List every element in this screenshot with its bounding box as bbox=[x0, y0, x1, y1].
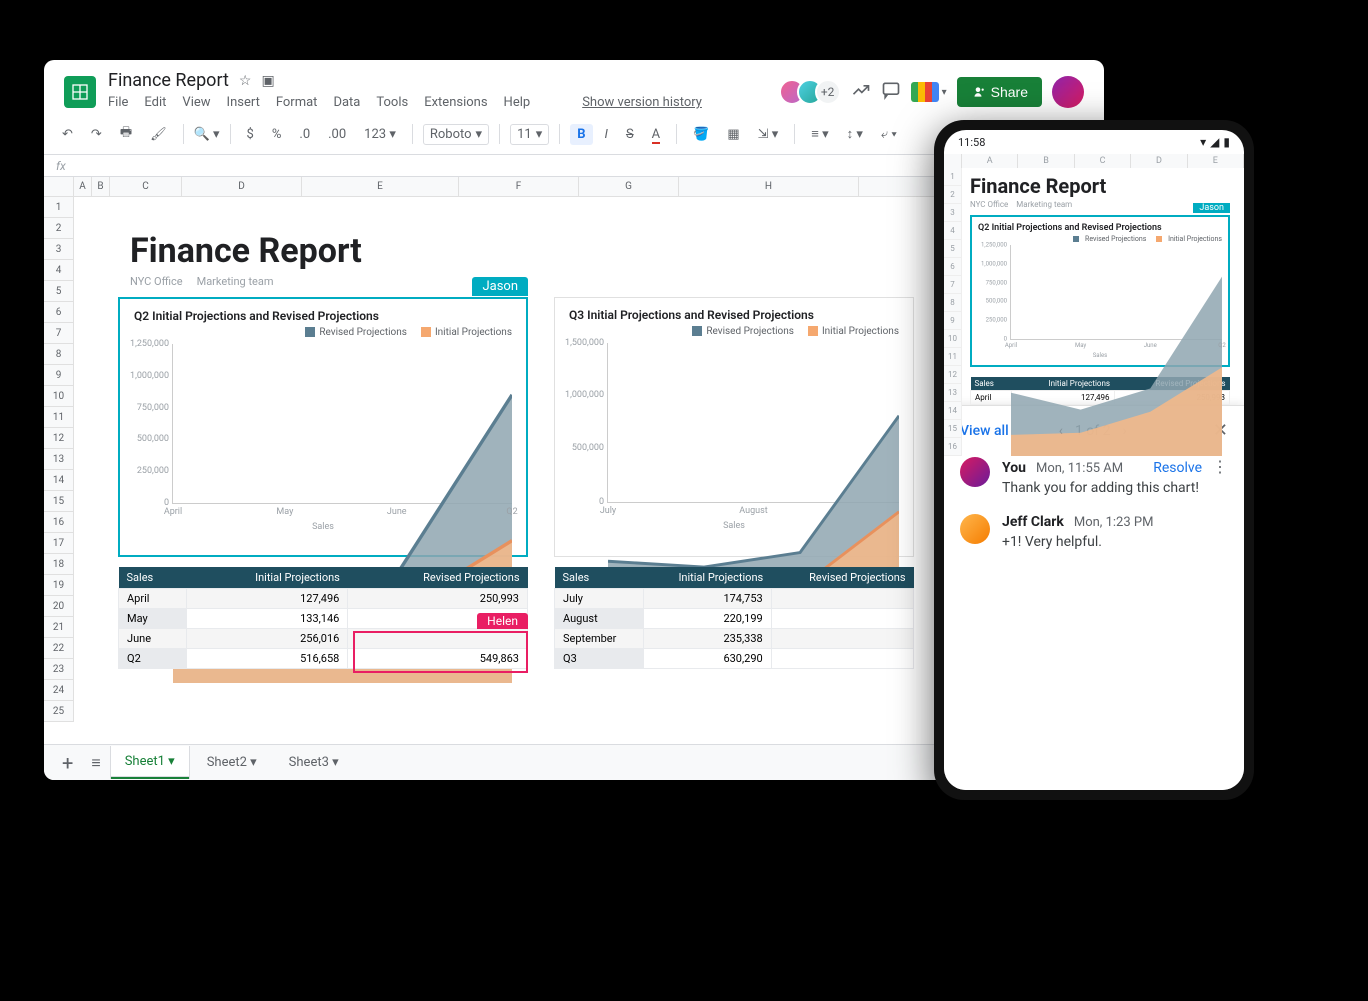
share-button[interactable]: Share bbox=[957, 77, 1042, 107]
sheet-tab-3[interactable]: Sheet3 ▾ bbox=[275, 747, 353, 778]
avatar-more[interactable]: +2 bbox=[815, 79, 841, 105]
wifi-icon: ▾ bbox=[1200, 135, 1206, 149]
comment-time: Mon, 1:23 PM bbox=[1074, 515, 1154, 530]
redo-icon[interactable]: ↷ bbox=[85, 124, 108, 145]
menu-help[interactable]: Help bbox=[504, 95, 531, 110]
sheets-app-icon[interactable] bbox=[64, 76, 96, 108]
chart-title: Q3 Initial Projections and Revised Proje… bbox=[555, 298, 913, 326]
comment-avatar bbox=[960, 457, 990, 487]
comment-item: You Mon, 11:55 AM Resolve ⋮ Thank you fo… bbox=[960, 457, 1228, 496]
chart-plot: 1,250,000 1,000,000 750,000 500,000 250,… bbox=[172, 344, 512, 504]
italic-icon[interactable]: I bbox=[599, 124, 614, 145]
move-to-folder-icon[interactable]: ▣ bbox=[261, 73, 274, 89]
sheet-heading: Finance Report bbox=[130, 231, 362, 271]
comment-text: +1! Very helpful. bbox=[1002, 534, 1228, 550]
percent-icon[interactable]: % bbox=[266, 124, 288, 145]
zoom-dropdown[interactable]: 🔍 ▾ bbox=[194, 127, 220, 142]
mobile-device: 11:58 ▾ ◢ ▮ A B C D E 123456789101112131… bbox=[934, 120, 1254, 800]
resolve-link[interactable]: Resolve bbox=[1153, 460, 1202, 476]
font-dropdown[interactable]: Roboto ▾ bbox=[423, 124, 489, 145]
chart-q2[interactable]: Jason Q2 Initial Projections and Revised… bbox=[118, 297, 528, 557]
sheet-tab-2[interactable]: Sheet2 ▾ bbox=[193, 747, 271, 778]
fill-color-icon[interactable]: 🪣 bbox=[687, 124, 715, 145]
mobile-breadcrumb: NYC OfficeMarketing team bbox=[970, 200, 1230, 209]
mobile-sheet-body[interactable]: 12345678910111213141516 Finance Report N… bbox=[944, 168, 1244, 405]
menu-data[interactable]: Data bbox=[333, 95, 360, 110]
view-all-link[interactable]: View all bbox=[960, 423, 1009, 439]
comment-history-icon[interactable] bbox=[881, 80, 901, 105]
signal-icon: ◢ bbox=[1210, 135, 1219, 149]
print-icon[interactable]: 🖶 bbox=[114, 120, 138, 148]
valign-icon[interactable]: ↕ ▾ bbox=[841, 123, 869, 145]
undo-icon[interactable]: ↶ bbox=[56, 124, 79, 145]
menu-extensions[interactable]: Extensions bbox=[424, 95, 487, 110]
table-q2[interactable]: SalesInitial ProjectionsRevised Projecti… bbox=[118, 567, 528, 669]
collab-area: +2 ▾ Share bbox=[787, 76, 1084, 108]
text-color-icon[interactable]: A bbox=[646, 124, 666, 145]
share-label: Share bbox=[991, 84, 1028, 100]
currency-icon[interactable]: $ bbox=[241, 124, 260, 145]
wrap-icon[interactable]: ⤶ ▾ bbox=[875, 124, 903, 145]
mobile-heading: Finance Report bbox=[970, 174, 1230, 198]
bold-icon[interactable]: B bbox=[570, 124, 592, 145]
menu-edit[interactable]: Edit bbox=[144, 95, 166, 110]
chart-title: Q2 Initial Projections and Revised Proje… bbox=[120, 299, 526, 327]
chart-q3[interactable]: Q3 Initial Projections and Revised Proje… bbox=[554, 297, 914, 557]
mobile-screen: 11:58 ▾ ◢ ▮ A B C D E 123456789101112131… bbox=[944, 130, 1244, 790]
table-q3[interactable]: SalesInitial ProjectionsRevised Projecti… bbox=[554, 567, 914, 669]
increase-decimal-icon[interactable]: .00 bbox=[322, 124, 352, 145]
menu-tools[interactable]: Tools bbox=[376, 95, 408, 110]
row-headers: 1234567891011121314151617181920212223242… bbox=[44, 197, 74, 722]
menu-file[interactable]: File bbox=[108, 95, 128, 110]
sheet-tab-1[interactable]: Sheet1 ▾ bbox=[111, 746, 189, 779]
borders-icon[interactable]: ▦ bbox=[721, 124, 745, 145]
menubar: File Edit View Insert Format Data Tools … bbox=[108, 91, 702, 114]
menu-view[interactable]: View bbox=[182, 95, 210, 110]
add-sheet-icon[interactable]: + bbox=[54, 751, 81, 775]
all-sheets-icon[interactable]: ≡ bbox=[85, 753, 106, 773]
comment-more-icon[interactable]: ⋮ bbox=[1212, 457, 1228, 476]
comment-text: Thank you for adding this chart! bbox=[1002, 480, 1228, 496]
document-title[interactable]: Finance Report bbox=[108, 70, 229, 91]
chart-legend: Revised Projections Initial Projections bbox=[120, 327, 526, 338]
align-icon[interactable]: ≡ ▾ bbox=[805, 123, 834, 145]
profile-avatar[interactable] bbox=[1052, 76, 1084, 108]
mobile-statusbar: 11:58 ▾ ◢ ▮ bbox=[944, 130, 1244, 154]
version-history-link[interactable]: Show version history bbox=[582, 95, 702, 110]
star-icon[interactable]: ☆ bbox=[239, 73, 252, 89]
chart-plot: 1,500,000 1,000,000 500,000 0 July Augus… bbox=[607, 343, 899, 503]
collaborator-avatars[interactable]: +2 bbox=[787, 79, 841, 105]
chart-legend: Revised Projections Initial Projections bbox=[555, 326, 913, 337]
more-formats-icon[interactable]: 123 ▾ bbox=[358, 124, 402, 145]
mobile-column-headers: A B C D E bbox=[944, 154, 1244, 168]
comment-author: You bbox=[1002, 460, 1026, 476]
prev-comment-icon[interactable]: ‹ bbox=[1059, 423, 1063, 439]
comment-author: Jeff Clark bbox=[1002, 514, 1064, 530]
mobile-comment-panel: View all ‹ 1 of 2 › ✕ You Mon, 11:55 AM bbox=[944, 405, 1244, 790]
merge-cells-icon[interactable]: ⇲ ▾ bbox=[752, 124, 785, 145]
mobile-presence-tag: Jason bbox=[1193, 203, 1230, 213]
comment-item: Jeff Clark Mon, 1:23 PM +1! Very helpful… bbox=[960, 514, 1228, 550]
activity-icon[interactable] bbox=[851, 80, 871, 105]
menu-format[interactable]: Format bbox=[276, 95, 318, 110]
presence-tag-jason: Jason bbox=[472, 277, 528, 296]
strikethrough-icon[interactable]: S bbox=[620, 124, 640, 145]
comment-avatar bbox=[960, 514, 990, 544]
decrease-decimal-icon[interactable]: .0 bbox=[293, 124, 316, 145]
mobile-chart[interactable]: Jason Q2 Initial Projections and Revised… bbox=[970, 215, 1230, 367]
menu-insert[interactable]: Insert bbox=[227, 95, 260, 110]
comment-time: Mon, 11:55 AM bbox=[1036, 461, 1123, 476]
sheet-breadcrumb: NYC Office Marketing team bbox=[130, 275, 274, 288]
mobile-time: 11:58 bbox=[958, 136, 985, 149]
paint-format-icon[interactable]: 🖌 bbox=[144, 124, 173, 145]
font-size-dropdown[interactable]: 11 ▾ bbox=[510, 124, 549, 145]
meet-icon[interactable]: ▾ bbox=[911, 82, 947, 102]
battery-icon: ▮ bbox=[1223, 135, 1230, 149]
titlebar: Finance Report ☆ ▣ File Edit View Insert… bbox=[44, 60, 1104, 114]
